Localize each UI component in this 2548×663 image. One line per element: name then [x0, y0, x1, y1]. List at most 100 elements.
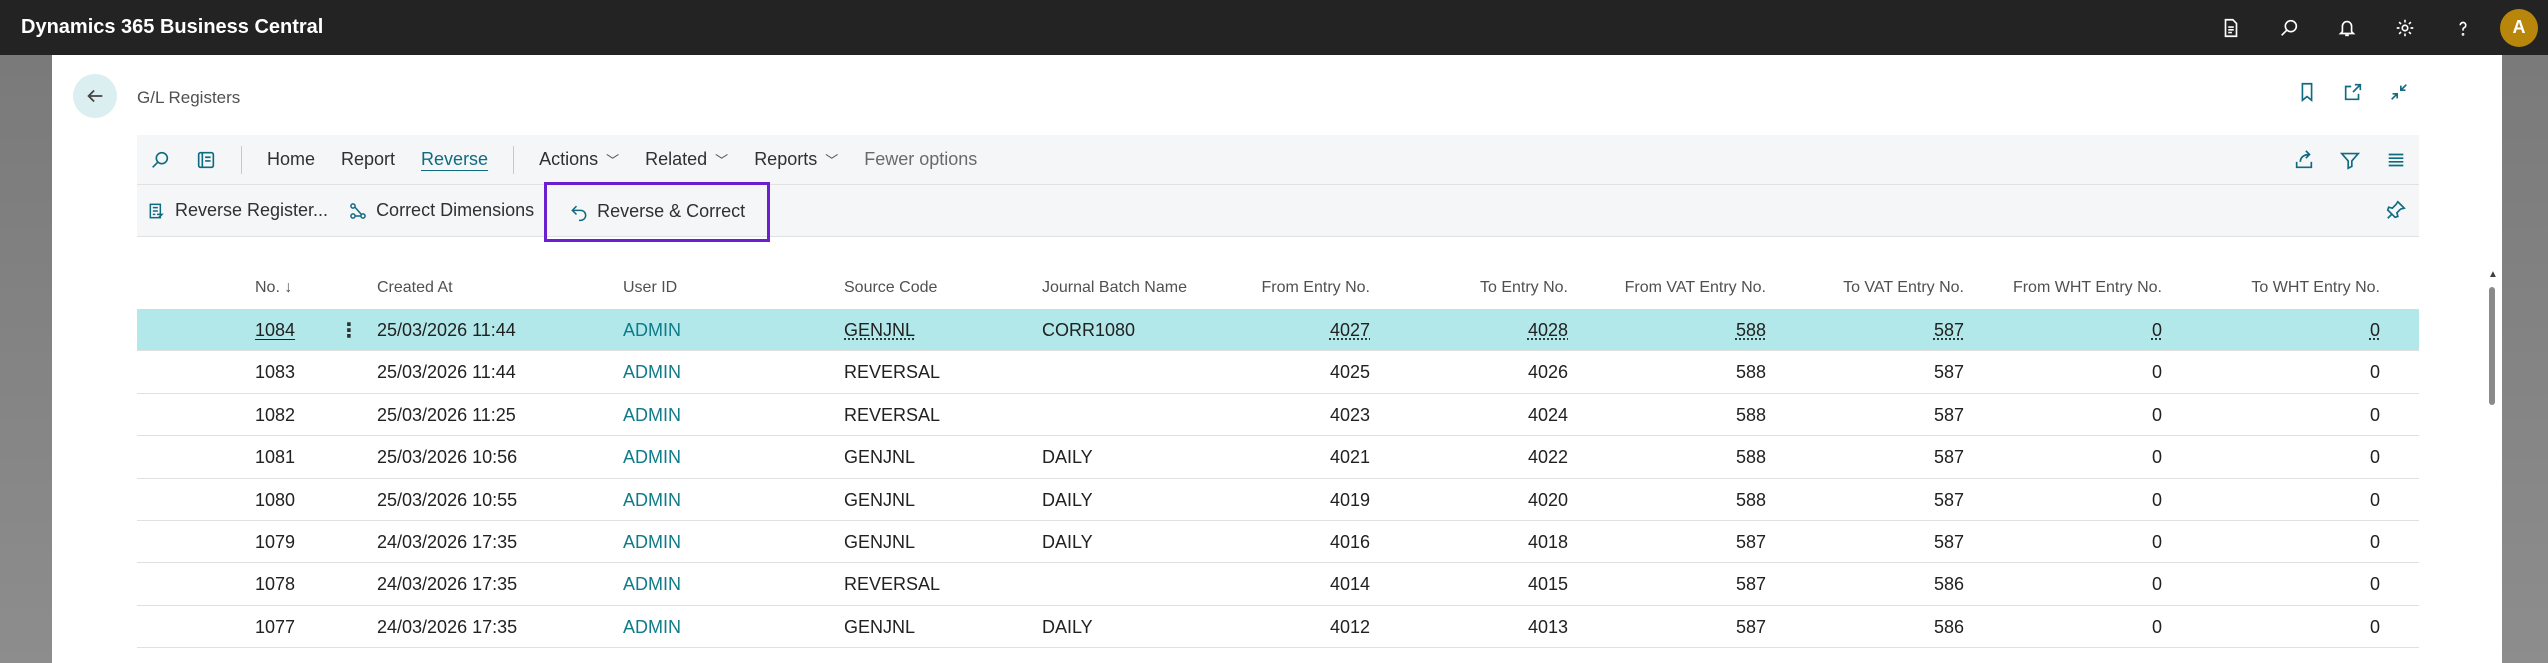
cell-created-at: 25/03/2026 11:25: [377, 404, 516, 425]
cell-source-code: REVERSAL: [844, 404, 941, 425]
collapse-icon[interactable]: [2386, 79, 2412, 105]
row-menu-icon[interactable]: ⋮: [339, 318, 359, 343]
action-bar: Home Report Reverse Actions ﹀ Related ﹀ …: [137, 135, 2419, 242]
share-icon[interactable]: [2281, 135, 2327, 185]
pin-icon[interactable]: [2385, 199, 2407, 226]
cell-source-code: GENJNL: [844, 489, 916, 510]
cell-from-entry[interactable]: 4027: [1330, 320, 1370, 341]
table-row[interactable]: 1079 24/03/2026 17:35 ADMIN GENJNL DAILY 4016…: [137, 521, 2419, 564]
tab-home[interactable]: Home: [254, 135, 328, 185]
column-header-user-id[interactable]: User ID: [623, 279, 677, 297]
cell-user-id[interactable]: ADMIN: [623, 532, 681, 553]
menu-reports[interactable]: Reports ﹀: [741, 135, 851, 185]
cell-user-id[interactable]: ADMIN: [623, 447, 681, 468]
cell-from-entry: 4023: [1329, 404, 1370, 425]
cell-user-id[interactable]: ADMIN: [623, 574, 681, 595]
open-new-window-icon[interactable]: [2340, 79, 2366, 105]
column-header-to-vat[interactable]: To VAT Entry No.: [1843, 279, 1964, 297]
menu-actions[interactable]: Actions ﹀: [526, 135, 632, 185]
scroll-up-icon[interactable]: ▲: [2488, 269, 2498, 280]
table-body: 1084 25/03/2026 11:44 ADMIN GENJNL CORR1080 4…: [137, 309, 2419, 649]
column-header-journal-batch[interactable]: Journal Batch Name: [1042, 279, 1187, 297]
cell-from-vat[interactable]: 588: [1736, 320, 1766, 341]
fewer-options-button[interactable]: Fewer options: [851, 135, 990, 185]
column-header-no[interactable]: No. ↓: [255, 279, 292, 297]
vertical-scrollbar[interactable]: ▲: [2485, 269, 2499, 599]
cell-from-wht[interactable]: 0: [2152, 320, 2162, 341]
edit-list-icon[interactable]: [183, 135, 229, 185]
cell-user-id[interactable]: ADMIN: [623, 320, 681, 341]
column-header-from-wht[interactable]: From WHT Entry No.: [2013, 279, 2162, 297]
cell-to-entry[interactable]: 4028: [1528, 320, 1568, 341]
cell-created-at: 25/03/2026 10:56: [377, 447, 518, 468]
list-view-icon[interactable]: [2373, 135, 2419, 185]
menu-related[interactable]: Related ﹀: [632, 135, 741, 185]
column-header-to-entry[interactable]: To Entry No.: [1480, 279, 1568, 297]
table-row[interactable]: 1078 24/03/2026 17:35 ADMIN REVERSAL 4014 401…: [137, 563, 2419, 606]
gear-icon[interactable]: [2376, 0, 2434, 55]
tab-reverse[interactable]: Reverse: [408, 135, 501, 185]
chevron-down-icon: ﹀: [825, 153, 839, 168]
cell-from-wht: 0: [2151, 447, 2162, 468]
cell-created-at: 24/03/2026 17:35: [377, 574, 518, 595]
bell-icon[interactable]: [2318, 0, 2376, 55]
cell-from-vat: 587: [1735, 574, 1766, 595]
cell-to-vat: 587: [1933, 447, 1964, 468]
cell-user-id[interactable]: ADMIN: [623, 362, 681, 383]
cell-no[interactable]: 1078: [255, 574, 295, 595]
cell-no[interactable]: 1079: [255, 532, 295, 553]
correct-dimensions-button[interactable]: Correct Dimensions: [338, 185, 544, 237]
cell-no[interactable]: 1083: [255, 362, 295, 383]
cell-from-entry: 4019: [1329, 489, 1370, 510]
gl-registers-table: No. ↓ Created At User ID Source Code Jou…: [137, 267, 2498, 649]
column-header-source-code[interactable]: Source Code: [844, 279, 937, 297]
table-row[interactable]: 1080 25/03/2026 10:55 ADMIN GENJNL DAILY 4019…: [137, 479, 2419, 521]
cell-no[interactable]: 1084: [255, 320, 295, 341]
app-title[interactable]: Dynamics 365 Business Central: [21, 16, 323, 39]
cell-no[interactable]: 1080: [255, 490, 295, 511]
chevron-down-icon: ﹀: [715, 153, 729, 168]
table-row[interactable]: 1084 25/03/2026 11:44 ADMIN GENJNL CORR1080 4…: [137, 309, 2419, 352]
document-icon[interactable]: [2202, 0, 2260, 55]
cell-created-at: 25/03/2026 11:44: [377, 320, 516, 340]
column-header-created-at[interactable]: Created At: [377, 279, 453, 297]
filter-icon[interactable]: [2327, 135, 2373, 185]
column-header-from-entry[interactable]: From Entry No.: [1262, 279, 1370, 297]
cell-to-wht[interactable]: 0: [2370, 320, 2380, 341]
table-row[interactable]: 1081 25/03/2026 10:56 ADMIN GENJNL DAILY 4021…: [137, 436, 2419, 479]
cell-to-wht: 0: [2369, 447, 2380, 468]
reverse-register-button[interactable]: Reverse Register...: [137, 185, 338, 237]
search-icon[interactable]: [2260, 0, 2318, 55]
help-icon[interactable]: [2434, 0, 2492, 55]
search-icon[interactable]: [137, 135, 183, 185]
table-row[interactable]: 1082 25/03/2026 11:25 ADMIN REVERSAL 4023 402…: [137, 394, 2419, 437]
cell-user-id[interactable]: ADMIN: [623, 490, 681, 511]
cell-journal-batch: CORR1080: [1042, 320, 1136, 340]
undo-icon: [571, 205, 587, 221]
cell-to-vat[interactable]: 587: [1934, 320, 1964, 341]
cell-user-id[interactable]: ADMIN: [623, 617, 681, 638]
tab-report[interactable]: Report: [328, 135, 408, 185]
correct-dimensions-label: Correct Dimensions: [376, 200, 535, 220]
cell-from-vat: 588: [1735, 362, 1766, 383]
table-row[interactable]: 1083 25/03/2026 11:44 ADMIN REVERSAL 4025 402…: [137, 351, 2419, 394]
table-row[interactable]: 1077 24/03/2026 17:35 ADMIN GENJNL DAILY 4012…: [137, 606, 2419, 649]
cell-no[interactable]: 1077: [255, 617, 295, 638]
scroll-thumb[interactable]: [2489, 287, 2495, 405]
bookmark-icon[interactable]: [2294, 79, 2320, 105]
arrow-left-icon: [87, 89, 103, 103]
reverse-correct-button[interactable]: Reverse & Correct: [544, 181, 771, 242]
cell-user-id[interactable]: ADMIN: [623, 405, 681, 426]
back-button[interactable]: [73, 74, 117, 118]
backdrop-right: [2502, 55, 2548, 663]
separator: [513, 145, 515, 174]
cell-source-code: REVERSAL: [844, 362, 941, 383]
column-header-to-wht[interactable]: To WHT Entry No.: [2251, 279, 2380, 297]
backdrop-left: [0, 55, 52, 663]
cell-no[interactable]: 1082: [255, 405, 295, 426]
avatar[interactable]: A: [2500, 8, 2538, 47]
cell-no[interactable]: 1081: [255, 447, 295, 468]
column-header-from-vat[interactable]: From VAT Entry No.: [1625, 279, 1766, 297]
cell-to-entry: 4013: [1527, 616, 1568, 637]
column-header-no-label: No.: [255, 279, 280, 296]
